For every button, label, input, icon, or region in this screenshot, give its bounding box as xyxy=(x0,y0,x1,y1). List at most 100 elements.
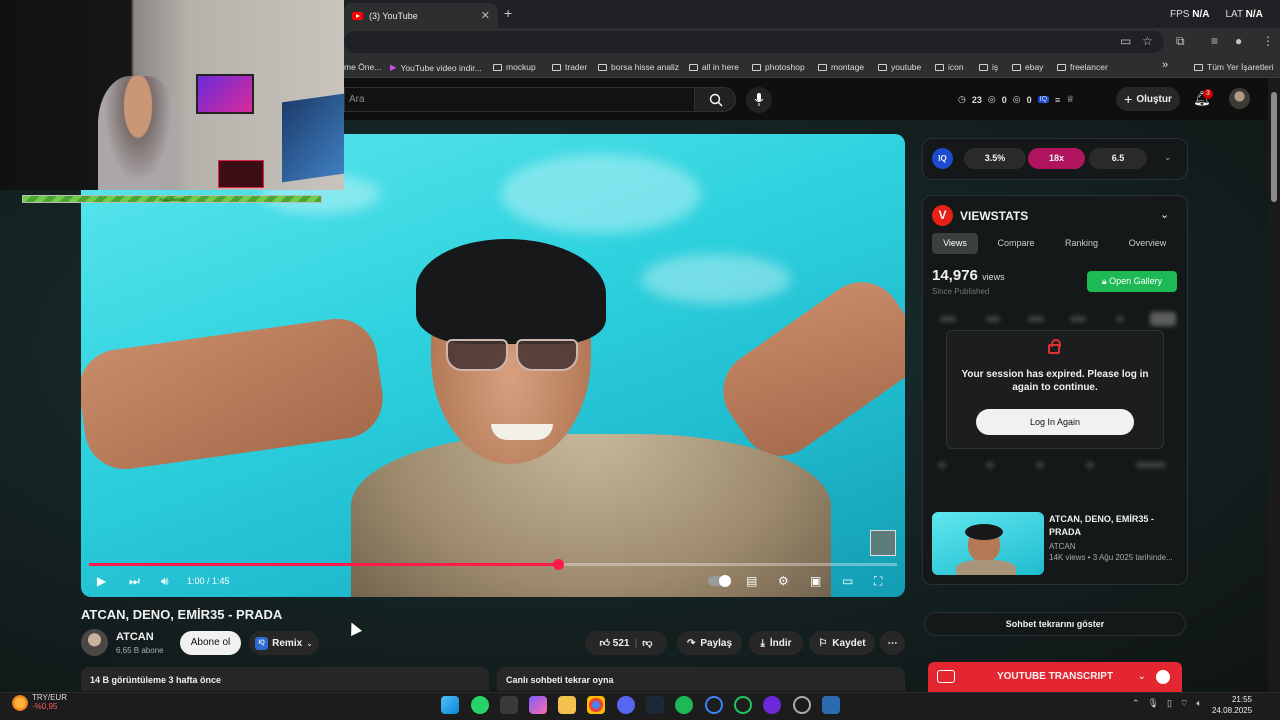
taskbar-clock[interactable]: 21:55 24.08.2025 xyxy=(1212,694,1252,716)
autoplay-toggle[interactable] xyxy=(708,575,731,587)
copilot-icon[interactable] xyxy=(529,696,547,714)
iq-stat-pill[interactable]: 3.5% xyxy=(964,148,1026,169)
user-icon[interactable] xyxy=(1156,670,1170,684)
subtitles-icon[interactable]: ▤ xyxy=(746,574,757,588)
app-icon-blue[interactable] xyxy=(822,696,840,714)
bookmark-item[interactable]: me Öne... xyxy=(344,62,381,72)
whatsapp-icon[interactable] xyxy=(471,696,489,714)
video-player[interactable] xyxy=(81,134,905,597)
search-button[interactable] xyxy=(694,87,736,112)
bookmarks-overflow-icon[interactable]: » xyxy=(1162,59,1168,71)
clipboard-icon[interactable]: ▯ xyxy=(1167,698,1172,709)
settings-gear-icon[interactable]: ⚙ xyxy=(778,574,789,588)
description-box[interactable]: 14 B görüntüleme 3 hafta önce xyxy=(81,667,489,691)
channel-name[interactable]: ATCAN xyxy=(116,631,154,643)
steam-icon[interactable] xyxy=(646,696,664,714)
wifi-icon[interactable]: ⌔ xyxy=(1180,698,1188,709)
iq-stat-pill[interactable]: 6.5 xyxy=(1089,148,1147,169)
address-bar[interactable] xyxy=(344,31,1164,53)
currency-widget[interactable]: TRY/EUR -%0,95 xyxy=(12,693,67,711)
start-windows-icon[interactable] xyxy=(441,696,459,714)
bookmark-folder[interactable]: ebay xyxy=(1012,62,1043,72)
bookmark-folder[interactable]: montage xyxy=(818,62,864,72)
tab-close-icon[interactable]: ✕ xyxy=(481,9,490,22)
progress-scrubber[interactable] xyxy=(552,559,564,570)
bookmark-folder[interactable]: all in here xyxy=(689,62,739,72)
tab-youtube[interactable]: (3) YouTube ✕ xyxy=(344,3,498,28)
show-chat-replay-button[interactable]: Sohbet tekrarını göster xyxy=(924,612,1186,636)
cast-icon[interactable]: ▭ xyxy=(1120,34,1131,48)
volume-icon[interactable]: 🔊︎ xyxy=(161,574,169,589)
play-icon[interactable]: ▶ xyxy=(97,574,106,588)
thumbs-down-icon[interactable]: 👎︎ xyxy=(642,637,652,649)
discord-icon[interactable] xyxy=(617,696,635,714)
media-icon[interactable]: ≡ xyxy=(1211,34,1218,48)
log-in-again-button[interactable]: Log In Again xyxy=(976,409,1134,435)
bookmark-folder[interactable]: trader xyxy=(552,62,587,72)
list-icon[interactable]: ≡ xyxy=(1055,95,1060,105)
new-tab-button[interactable]: + xyxy=(504,5,512,21)
capcut-icon[interactable] xyxy=(705,696,723,714)
bookmark-folder[interactable]: photoshop xyxy=(752,62,805,72)
chat-replay-box[interactable]: Canlı sohbeti tekrar oyna xyxy=(497,667,905,691)
search-input[interactable]: Ara xyxy=(344,87,694,112)
bookmark-folder[interactable]: icon xyxy=(935,62,964,72)
mic-tray-icon[interactable]: 🎙︎ xyxy=(1148,698,1159,709)
chevron-down-icon[interactable]: ⌄ xyxy=(1160,208,1169,221)
all-bookmarks[interactable]: Tüm Yer İşaretleri xyxy=(1194,62,1274,72)
star-icon[interactable]: ☆ xyxy=(1142,34,1153,48)
bookmark-label: me Öne... xyxy=(344,62,382,72)
app-icon[interactable] xyxy=(793,696,811,714)
chevron-up-icon[interactable]: ⌃ xyxy=(1132,698,1140,709)
tab-compare[interactable]: Compare xyxy=(988,233,1044,254)
bookmark-folder[interactable]: youtube xyxy=(878,62,921,72)
store-icon[interactable] xyxy=(500,696,518,714)
create-button[interactable]: + Oluştur xyxy=(1116,87,1180,111)
speaker-icon[interactable]: 🔈︎ xyxy=(1196,698,1201,709)
voice-search-button[interactable] xyxy=(746,87,772,113)
next-icon[interactable]: ⏭︎ xyxy=(129,574,140,589)
tab-overview[interactable]: Overview xyxy=(1120,233,1175,254)
download-button[interactable]: ⤓ İndir xyxy=(749,631,803,655)
miniplayer-icon[interactable]: ▣ xyxy=(810,574,821,588)
bookmark-folder[interactable]: mockup xyxy=(493,62,536,72)
tab-ranking[interactable]: Ranking xyxy=(1055,233,1108,254)
subscriber-count: 6,65 B abone xyxy=(116,646,164,655)
bookmark-item[interactable]: ▶ YouTube video indir... xyxy=(390,62,482,73)
bookmark-label: ebay xyxy=(1025,62,1044,72)
chevron-down-icon[interactable]: ⌄ xyxy=(1138,662,1146,692)
file-explorer-icon[interactable] xyxy=(558,696,576,714)
remix-button[interactable]: IQ Remix ⌄ xyxy=(249,631,319,655)
channel-watermark[interactable] xyxy=(870,530,896,556)
menu-dots-icon[interactable]: ⋮ xyxy=(1262,34,1274,48)
obs-icon[interactable] xyxy=(763,696,781,714)
bookmark-folder[interactable]: iş xyxy=(979,62,998,72)
fullscreen-icon[interactable]: ⛶ xyxy=(874,574,882,589)
iq-stat-pill[interactable]: 18x xyxy=(1028,148,1085,169)
tab-views[interactable]: Views xyxy=(932,233,978,254)
like-button[interactable]: 👍︎ 521 xyxy=(600,637,630,649)
extensions-icon[interactable]: ⧉ xyxy=(1176,34,1185,49)
youtube-transcript-panel[interactable]: YOUTUBE TRANSCRIPT ⌄ xyxy=(928,662,1182,692)
more-actions-icon[interactable]: ⋯ xyxy=(880,631,905,655)
chrome-icon[interactable] xyxy=(587,696,605,714)
recommended-title[interactable]: ATCAN, DENO, EMİR35 - PRADA xyxy=(1049,513,1179,539)
open-gallery-button[interactable]: 🔒︎ Open Gallery xyxy=(1087,271,1177,292)
bookmark-folder[interactable]: borsa hisse analiz xyxy=(598,62,679,72)
system-tray[interactable]: ⌃ 🎙︎ ▯ ⌔ 🔈︎ xyxy=(1132,698,1202,709)
channel-avatar[interactable] xyxy=(81,629,108,656)
bookmark-folder[interactable]: freelancer xyxy=(1057,62,1108,72)
share-button[interactable]: ↷ Paylaş xyxy=(677,631,742,655)
subscribe-button[interactable]: Abone ol xyxy=(180,631,241,655)
theater-mode-icon[interactable]: ▭ xyxy=(842,574,853,588)
iq-ext-icon[interactable]: IQ xyxy=(1037,96,1050,103)
account-avatar[interactable] xyxy=(1229,88,1250,109)
spotify-icon[interactable] xyxy=(675,696,693,714)
profile-icon[interactable]: ● xyxy=(1235,34,1242,48)
recommended-thumbnail[interactable] xyxy=(932,512,1044,575)
scrollbar-thumb[interactable] xyxy=(1271,92,1277,202)
chevron-down-icon[interactable]: ⌄ xyxy=(1164,152,1172,163)
save-button[interactable]: ⚐ Kaydet xyxy=(809,631,875,655)
upwork-icon[interactable] xyxy=(734,696,752,714)
trophy-icon[interactable]: ♕ xyxy=(1066,94,1074,105)
